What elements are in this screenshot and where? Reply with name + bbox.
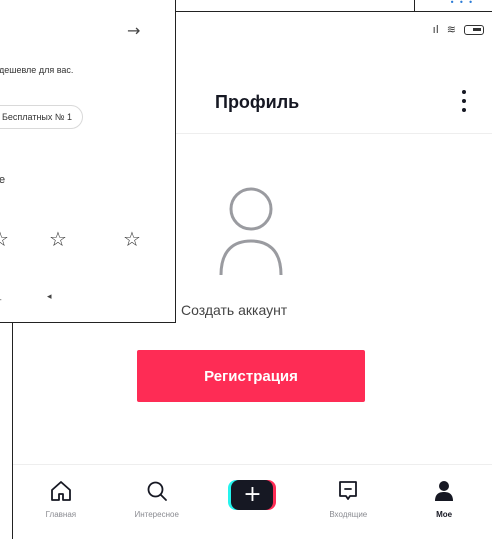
arrow-right-icon[interactable]: → xyxy=(127,21,140,40)
panel-text: дешевле для вас. xyxy=(0,65,74,75)
tab-create[interactable]: + xyxy=(205,465,301,535)
home-icon xyxy=(50,481,71,501)
panel-dash: - xyxy=(0,295,2,304)
page-title: Профиль xyxy=(215,92,300,112)
signal-icon: ıl xyxy=(432,23,439,36)
battery-icon xyxy=(464,24,484,35)
tab-profile[interactable]: Мое xyxy=(396,465,492,535)
dots-indicator: • • • xyxy=(449,0,474,7)
person-icon xyxy=(435,481,454,501)
status-bar: ıl ≋ xyxy=(433,24,484,35)
panel-label: е xyxy=(0,174,6,186)
avatar-placeholder-icon xyxy=(219,187,283,276)
tab-inbox[interactable]: Входящие xyxy=(300,465,396,535)
plus-icon: + xyxy=(228,480,277,510)
more-dot-icon xyxy=(462,108,466,112)
more-options-button[interactable] xyxy=(456,86,472,116)
more-dot-icon xyxy=(462,99,466,103)
register-button[interactable]: Регистрация xyxy=(137,350,365,402)
more-dot-icon xyxy=(462,90,466,94)
overlay-panel: → дешевле для вас. Бесплатных № 1 е ☆ ☆ … xyxy=(0,0,176,323)
create-account-text: Создать аккаунт xyxy=(181,302,288,318)
bottom-tab-bar: Главная Интересное + Входящие Мое xyxy=(13,464,492,535)
tab-label: Главная xyxy=(45,510,77,519)
volume-icon[interactable]: ◂ xyxy=(47,292,52,302)
tab-label: Входящие xyxy=(329,510,368,519)
side-strip: • • • xyxy=(414,0,498,11)
search-icon xyxy=(147,481,167,501)
tab-discover[interactable]: Интересное xyxy=(109,465,205,535)
star-icon[interactable]: ☆ xyxy=(0,229,9,249)
wifi-icon: ≋ xyxy=(446,23,456,36)
star-icon[interactable]: ☆ xyxy=(123,229,141,249)
star-icon[interactable]: ☆ xyxy=(49,229,67,249)
inbox-icon xyxy=(339,481,358,500)
tab-home[interactable]: Главная xyxy=(13,465,109,535)
tab-label: Интересное xyxy=(134,510,179,519)
tab-label: Мое xyxy=(436,510,453,519)
panel-chip[interactable]: Бесплатных № 1 xyxy=(0,105,84,129)
